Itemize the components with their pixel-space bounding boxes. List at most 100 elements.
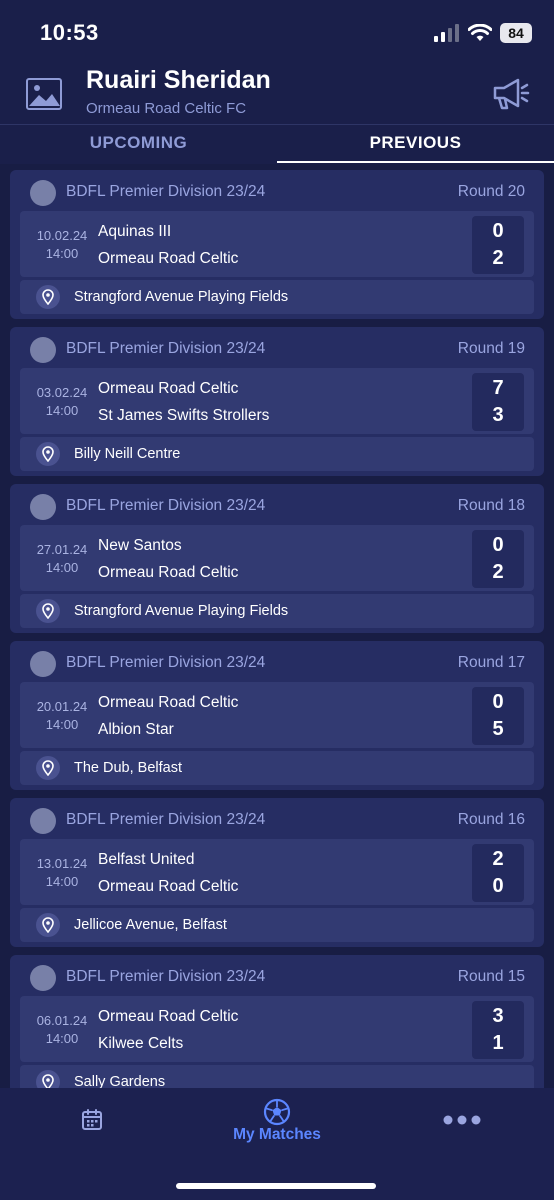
home-indicator[interactable] bbox=[176, 1183, 376, 1189]
tab-upcoming[interactable]: UPCOMING bbox=[0, 125, 277, 165]
home-score: 0 bbox=[492, 534, 504, 556]
more-dots-icon[interactable] bbox=[442, 1114, 482, 1126]
match-card[interactable]: BDFL Premier Division 23/24 Round 17 20.… bbox=[10, 641, 544, 790]
match-date: 13.01.24 bbox=[36, 856, 88, 871]
match-card[interactable]: BDFL Premier Division 23/24 Round 19 03.… bbox=[10, 327, 544, 476]
match-card[interactable]: BDFL Premier Division 23/24 Round 20 10.… bbox=[10, 170, 544, 319]
status-icons: 84 bbox=[434, 22, 532, 44]
match-details[interactable]: 27.01.24 14:00 New Santos Ormeau Road Ce… bbox=[20, 525, 534, 591]
bottom-navigation: My Matches bbox=[0, 1088, 554, 1200]
active-tab-indicator bbox=[277, 161, 554, 163]
away-team: Albion Star bbox=[98, 721, 174, 738]
round-label: Round 15 bbox=[457, 968, 525, 985]
match-card[interactable]: BDFL Premier Division 23/24 Round 16 13.… bbox=[10, 798, 544, 947]
nav-my-matches-label[interactable]: My Matches bbox=[0, 1126, 554, 1144]
round-label: Round 17 bbox=[457, 654, 525, 671]
league-badge bbox=[30, 337, 56, 363]
away-score: 2 bbox=[492, 561, 504, 583]
location-pin-icon bbox=[36, 1070, 60, 1088]
wifi-icon bbox=[468, 24, 492, 41]
status-time: 10:53 bbox=[40, 20, 99, 45]
away-score: 5 bbox=[492, 718, 504, 740]
league-name: BDFL Premier Division 23/24 bbox=[66, 968, 266, 985]
match-time: 14:00 bbox=[45, 560, 79, 575]
league-badge bbox=[30, 808, 56, 834]
home-team: Belfast United bbox=[98, 851, 195, 868]
score-box: 0 2 bbox=[472, 530, 524, 588]
home-team: Aquinas III bbox=[98, 223, 172, 240]
match-details[interactable]: 20.01.24 14:00 Ormeau Road Celtic Albion… bbox=[20, 682, 534, 748]
match-details[interactable]: 10.02.24 14:00 Aquinas III Ormeau Road C… bbox=[20, 211, 534, 277]
home-team: New Santos bbox=[98, 537, 182, 554]
home-score: 2 bbox=[492, 848, 504, 870]
home-score: 7 bbox=[492, 377, 504, 399]
league-name: BDFL Premier Division 23/24 bbox=[66, 497, 266, 514]
location-pin-icon bbox=[36, 913, 60, 937]
league-name: BDFL Premier Division 23/24 bbox=[66, 183, 266, 200]
match-date: 06.01.24 bbox=[36, 1013, 88, 1028]
megaphone-icon[interactable] bbox=[490, 76, 530, 112]
venue-row[interactable]: Strangford Avenue Playing Fields bbox=[20, 280, 534, 314]
away-team: Ormeau Road Celtic bbox=[98, 250, 239, 267]
away-score: 0 bbox=[492, 875, 504, 897]
match-date: 10.02.24 bbox=[36, 228, 88, 243]
home-team: Ormeau Road Celtic bbox=[98, 694, 239, 711]
image-placeholder-icon[interactable] bbox=[26, 78, 62, 110]
home-score: 3 bbox=[492, 1005, 504, 1027]
venue-row[interactable]: The Dub, Belfast bbox=[20, 751, 534, 785]
location-pin-icon bbox=[36, 599, 60, 623]
match-list[interactable]: BDFL Premier Division 23/24 Round 20 10.… bbox=[0, 164, 554, 1088]
away-score: 3 bbox=[492, 404, 504, 426]
cellular-signal-icon bbox=[434, 24, 459, 42]
score-box: 3 1 bbox=[472, 1001, 524, 1059]
tab-bar: UPCOMING PREVIOUS bbox=[0, 124, 554, 164]
venue-name: The Dub, Belfast bbox=[74, 760, 182, 776]
header: Ruairi Sheridan Ormeau Road Celtic FC bbox=[0, 62, 554, 124]
match-details[interactable]: 13.01.24 14:00 Belfast United Ormeau Roa… bbox=[20, 839, 534, 905]
away-team: Ormeau Road Celtic bbox=[98, 878, 239, 895]
match-time: 14:00 bbox=[45, 874, 79, 889]
match-date: 27.01.24 bbox=[36, 542, 88, 557]
away-score: 2 bbox=[492, 247, 504, 269]
league-badge bbox=[30, 651, 56, 677]
match-details[interactable]: 03.02.24 14:00 Ormeau Road Celtic St Jam… bbox=[20, 368, 534, 434]
venue-name: Billy Neill Centre bbox=[74, 446, 181, 462]
player-name: Ruairi Sheridan bbox=[86, 66, 271, 94]
venue-name: Jellicoe Avenue, Belfast bbox=[74, 917, 227, 933]
score-box: 2 0 bbox=[472, 844, 524, 902]
away-team: Kilwee Celts bbox=[98, 1035, 184, 1052]
match-card[interactable]: BDFL Premier Division 23/24 Round 18 27.… bbox=[10, 484, 544, 633]
round-label: Round 16 bbox=[457, 811, 525, 828]
league-name: BDFL Premier Division 23/24 bbox=[66, 340, 266, 357]
club-name: Ormeau Road Celtic FC bbox=[86, 100, 247, 117]
league-badge bbox=[30, 965, 56, 991]
venue-row[interactable]: Jellicoe Avenue, Belfast bbox=[20, 908, 534, 942]
score-box: 0 5 bbox=[472, 687, 524, 745]
match-time: 14:00 bbox=[45, 246, 79, 261]
venue-name: Sally Gardens bbox=[74, 1074, 166, 1088]
home-team: Ormeau Road Celtic bbox=[98, 1008, 239, 1025]
match-time: 14:00 bbox=[45, 1031, 79, 1046]
match-time: 14:00 bbox=[45, 717, 79, 732]
league-name: BDFL Premier Division 23/24 bbox=[66, 811, 266, 828]
match-date: 20.01.24 bbox=[36, 699, 88, 714]
tab-previous[interactable]: PREVIOUS bbox=[277, 125, 554, 165]
round-label: Round 18 bbox=[457, 497, 525, 514]
venue-row[interactable]: Strangford Avenue Playing Fields bbox=[20, 594, 534, 628]
football-icon[interactable] bbox=[263, 1098, 291, 1126]
match-time: 14:00 bbox=[45, 403, 79, 418]
away-score: 1 bbox=[492, 1032, 504, 1054]
home-score: 0 bbox=[492, 220, 504, 242]
match-card[interactable]: BDFL Premier Division 23/24 Round 15 06.… bbox=[10, 955, 544, 1088]
location-pin-icon bbox=[36, 756, 60, 780]
league-badge bbox=[30, 180, 56, 206]
match-details[interactable]: 06.01.24 14:00 Ormeau Road Celtic Kilwee… bbox=[20, 996, 534, 1062]
location-pin-icon bbox=[36, 442, 60, 466]
match-date: 03.02.24 bbox=[36, 385, 88, 400]
away-team: Ormeau Road Celtic bbox=[98, 564, 239, 581]
home-score: 0 bbox=[492, 691, 504, 713]
venue-row[interactable]: Billy Neill Centre bbox=[20, 437, 534, 471]
round-label: Round 19 bbox=[457, 340, 525, 357]
venue-row[interactable]: Sally Gardens bbox=[20, 1065, 534, 1088]
score-box: 7 3 bbox=[472, 373, 524, 431]
